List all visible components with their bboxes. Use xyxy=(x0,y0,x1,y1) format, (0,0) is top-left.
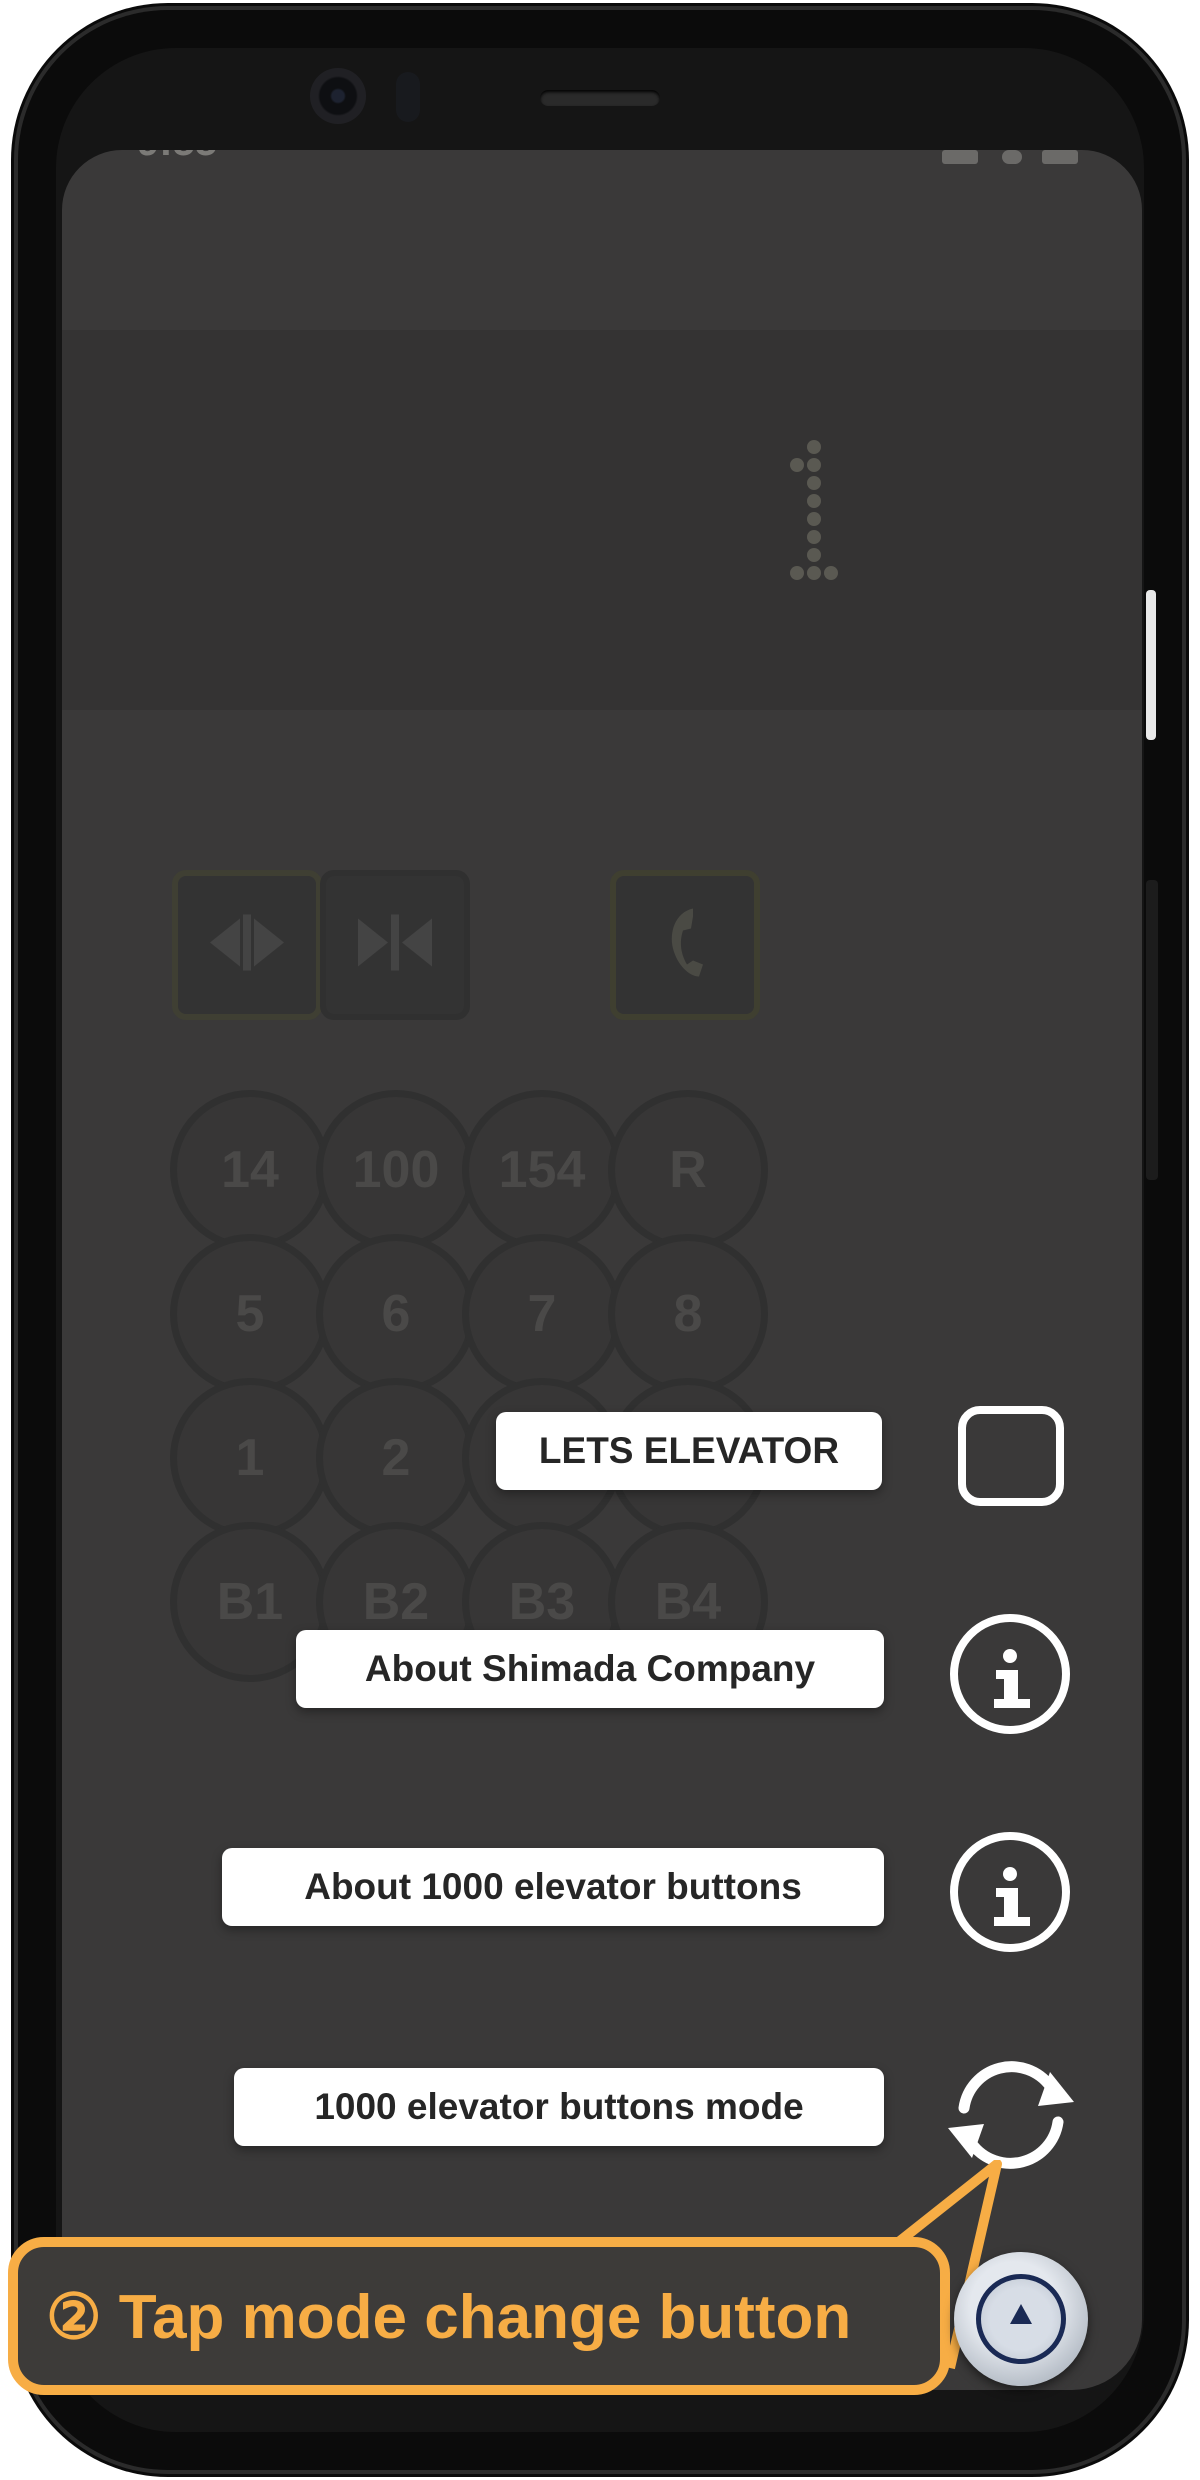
floor-button[interactable]: 2 xyxy=(316,1378,476,1538)
lets-elevator-label[interactable]: LETS ELEVATOR xyxy=(496,1412,882,1490)
battery-icon xyxy=(1042,150,1078,164)
status-indicators xyxy=(942,150,1082,170)
about-1000-info-icon[interactable] xyxy=(950,1832,1070,1952)
about-shimada-info-icon[interactable] xyxy=(950,1614,1070,1734)
power-button xyxy=(1146,590,1156,740)
about-1000-label[interactable]: About 1000 elevator buttons xyxy=(222,1848,884,1926)
status-time: 9:55 xyxy=(137,150,217,165)
instruction-callout: ② Tap mode change button xyxy=(8,2237,950,2395)
earpiece-speaker xyxy=(540,90,660,106)
door-close-icon xyxy=(350,913,440,978)
door-open-icon xyxy=(202,913,292,978)
floor-display-panel xyxy=(62,330,1142,710)
about-shimada-label[interactable]: About Shimada Company xyxy=(296,1630,884,1708)
floor-button[interactable]: 7 xyxy=(462,1234,622,1394)
floor-indicator: 1 xyxy=(772,440,852,600)
callout-text: ② Tap mode change button xyxy=(46,2282,852,2352)
floor-button[interactable]: 5 xyxy=(170,1234,330,1394)
phone-icon xyxy=(655,903,715,988)
front-camera xyxy=(310,68,366,124)
mode-1000-label[interactable]: 1000 elevator buttons mode xyxy=(234,2068,884,2146)
floor-button[interactable]: 100 xyxy=(316,1090,476,1250)
lets-elevator-square-icon[interactable] xyxy=(958,1406,1064,1506)
volume-button xyxy=(1146,880,1158,1180)
proximity-sensor xyxy=(396,72,420,122)
menu-fab-button[interactable] xyxy=(954,2252,1088,2386)
floor-button[interactable]: 1 xyxy=(170,1378,330,1538)
call-button[interactable] xyxy=(610,870,760,1020)
door-close-button[interactable] xyxy=(320,870,470,1020)
floor-button[interactable]: R xyxy=(608,1090,768,1250)
wifi-icon xyxy=(1002,150,1022,164)
signal-icon xyxy=(942,150,978,164)
floor-button[interactable]: 154 xyxy=(462,1090,622,1250)
elevator-up-icon xyxy=(976,2274,1066,2364)
floor-button[interactable]: 6 xyxy=(316,1234,476,1394)
floor-button[interactable]: 14 xyxy=(170,1090,330,1250)
floor-button[interactable]: 8 xyxy=(608,1234,768,1394)
door-open-button[interactable] xyxy=(172,870,322,1020)
